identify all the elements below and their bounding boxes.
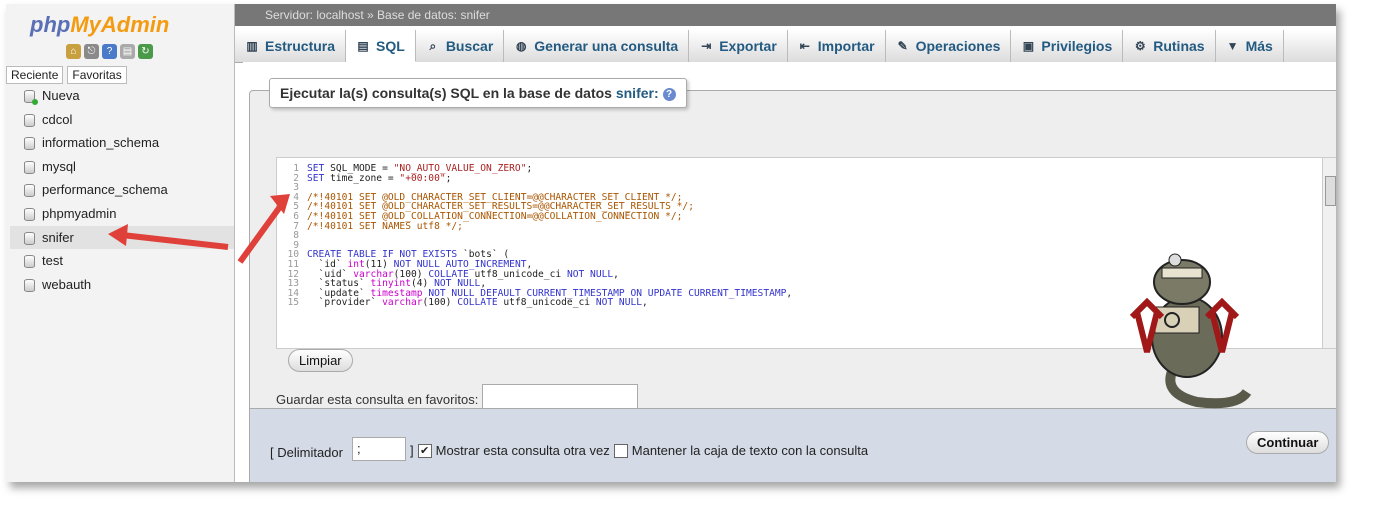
annotation-arrows: [108, 194, 290, 264]
